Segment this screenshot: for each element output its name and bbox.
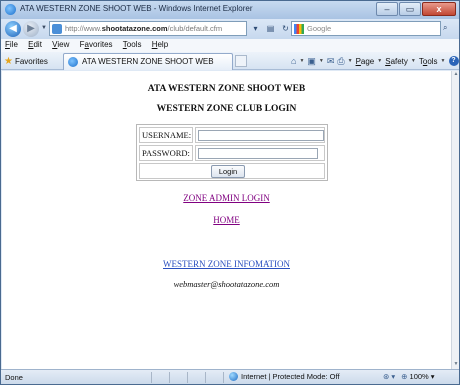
tab-title: ATA WESTERN ZONE SHOOT WEB (82, 57, 214, 66)
search-icon[interactable]: ⌕ (443, 23, 447, 33)
username-input[interactable] (198, 130, 324, 141)
search-box[interactable]: Google (291, 21, 441, 36)
compatibility-view-icon[interactable]: ▤ (264, 21, 277, 36)
close-button[interactable]: x (422, 2, 456, 16)
favorites-button[interactable]: ★ Favorites (4, 55, 48, 67)
login-button[interactable]: Login (211, 165, 245, 178)
zoom-level[interactable]: ⊕ 100% ▾ (401, 372, 434, 381)
safety-menu[interactable]: Safety (385, 57, 408, 66)
window-title: ATA WESTERN ZONE SHOOT WEB - Windows Int… (20, 4, 253, 13)
login-form: USERNAME: PASSWORD: Login (136, 124, 328, 181)
menu-help[interactable]: Help (148, 39, 172, 49)
internet-explorer-icon (5, 4, 16, 15)
status-tools: ⊛ ▾ ⊕ 100% ▾ (383, 372, 435, 381)
maximize-button[interactable]: ▭ (399, 2, 421, 16)
favorites-bar: ★ Favorites ATA WESTERN ZONE SHOOT WEB ⌂… (1, 52, 459, 70)
security-zone[interactable]: Internet | Protected Mode: Off (229, 372, 340, 381)
login-title: WESTERN ZONE CLUB LOGIN (156, 104, 297, 114)
feeds-icon[interactable]: ▣ (307, 56, 316, 67)
menu-favorites[interactable]: Favorites (76, 39, 117, 49)
address-toolbar: ◀ ▶ ▼ http://www.shootatazone.com/club/d… (1, 19, 459, 39)
menu-bar: File Edit View Favorites Tools Help (1, 39, 459, 52)
login-button-row: Login (139, 163, 325, 179)
home-icon[interactable]: ⌂ (291, 56, 296, 66)
status-bar: Done Internet | Protected Mode: Off ⊛ ▾ … (1, 369, 459, 384)
recent-pages-dropdown-icon[interactable]: ▼ (41, 25, 47, 31)
address-dropdown-icon[interactable]: ▾ (249, 21, 262, 36)
globe-icon (229, 372, 238, 381)
password-input[interactable] (198, 148, 318, 159)
tools-menu[interactable]: Tools (419, 57, 438, 66)
username-label: USERNAME: (139, 127, 193, 143)
forward-button[interactable]: ▶ (23, 21, 39, 37)
site-title: ATA WESTERN ZONE SHOOT WEB (147, 84, 306, 94)
window-controls: – ▭ x (375, 2, 456, 17)
username-row: USERNAME: (139, 127, 325, 143)
help-icon[interactable]: ? (448, 56, 459, 66)
zone-text: Internet | Protected Mode: Off (241, 372, 340, 381)
zone-admin-login-link[interactable]: ZONE ADMIN LOGIN (2, 193, 451, 203)
status-text: Done (5, 373, 23, 382)
search-placeholder: Google (307, 24, 332, 33)
privacy-icon[interactable]: ⊛ ▾ (383, 372, 395, 381)
star-icon: ★ (4, 55, 13, 67)
google-icon (294, 24, 304, 34)
password-row: PASSWORD: (139, 145, 325, 161)
zoom-icon: ⊕ (401, 372, 408, 381)
command-bar: ⌂▼ ▣▼ ✉ ⎙▼ Page▼ Safety▼ Tools▼ ?▼ (291, 55, 460, 67)
password-label: PASSWORD: (139, 145, 193, 161)
menu-tools[interactable]: Tools (119, 39, 146, 49)
vertical-scrollbar[interactable]: ▲ ▼ (451, 71, 459, 369)
menu-view[interactable]: View (48, 39, 73, 49)
menu-edit[interactable]: Edit (24, 39, 46, 49)
title-bar: ATA WESTERN ZONE SHOOT WEB - Windows Int… (1, 1, 459, 19)
print-icon[interactable]: ⎙ (337, 56, 344, 67)
back-button[interactable]: ◀ (5, 21, 21, 37)
page-menu[interactable]: Page (356, 57, 375, 66)
address-url[interactable]: http://www.shootatazone.com/club/default… (65, 24, 222, 33)
tab-current-page[interactable]: ATA WESTERN ZONE SHOOT WEB (63, 53, 233, 70)
scroll-up-icon[interactable]: ▲ (452, 71, 460, 79)
menu-file[interactable]: File (1, 39, 22, 49)
page-content: ATA WESTERN ZONE SHOOT WEB WESTERN ZONE … (2, 71, 451, 369)
webmaster-email: webmaster@shootatazone.com (173, 279, 280, 289)
western-zone-information-link[interactable]: WESTERN ZONE INFOMATION (2, 259, 451, 269)
mail-icon[interactable]: ✉ (327, 56, 335, 67)
page-icon (52, 24, 62, 34)
tab-page-icon (68, 57, 78, 67)
new-tab-button[interactable] (235, 55, 247, 67)
scroll-down-icon[interactable]: ▼ (452, 361, 460, 369)
minimize-button[interactable]: – (376, 2, 398, 16)
address-bar[interactable]: http://www.shootatazone.com/club/default… (49, 21, 247, 36)
home-link[interactable]: HOME (2, 215, 451, 225)
browser-window: ATA WESTERN ZONE SHOOT WEB - Windows Int… (0, 0, 460, 385)
favorites-label: Favorites (14, 56, 48, 66)
